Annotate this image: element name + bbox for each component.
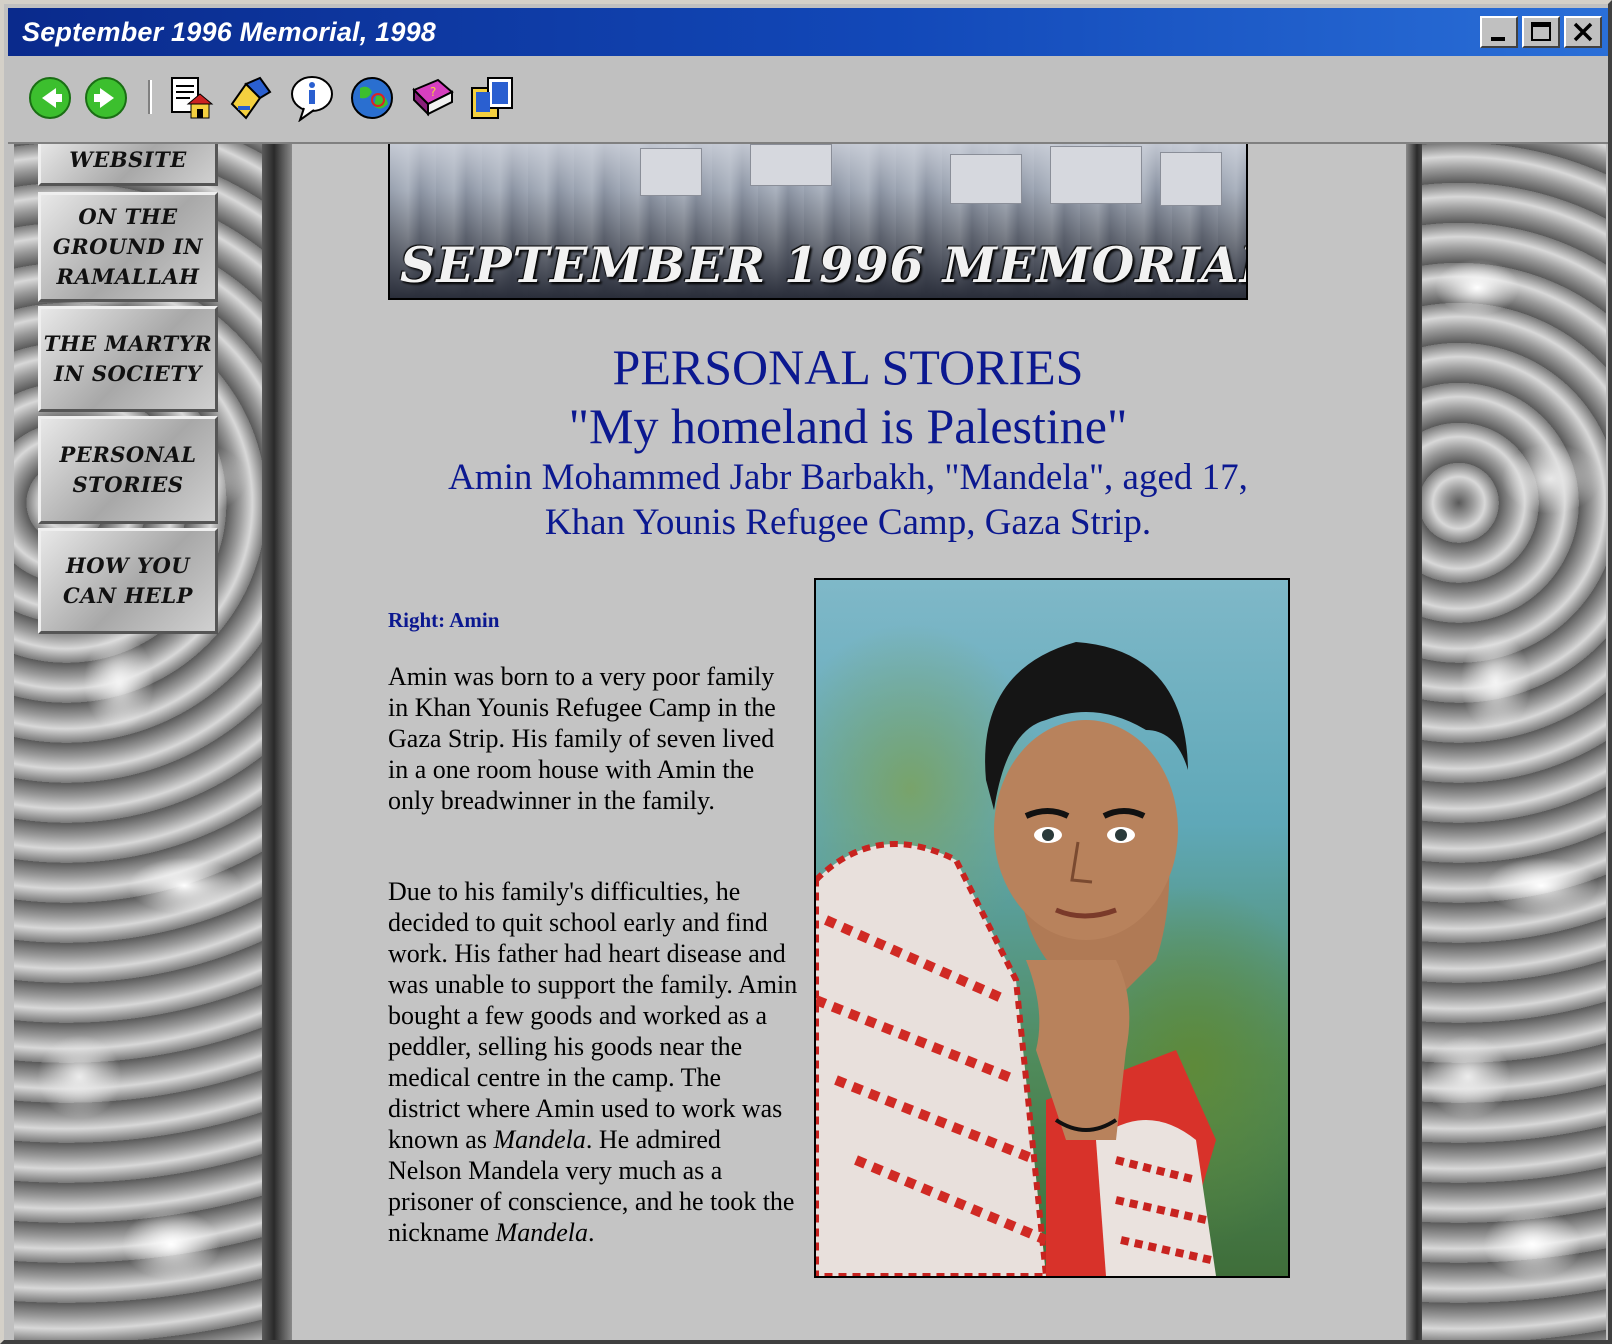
page-content: WEBSITE ON THE GROUND IN RAMALLAH THE MA… [14,144,1606,1340]
section-title: PERSONAL STORIES [612,339,1084,395]
maximize-icon [1531,22,1551,41]
quote-title: "My homeland is Palestine" [568,398,1128,454]
globe-icon[interactable] [348,74,396,122]
info-icon[interactable] [288,74,336,122]
minimize-icon [1491,37,1505,41]
svg-text:?: ? [430,85,436,99]
close-icon [1573,22,1593,42]
picture-frame-icon[interactable] [468,74,516,122]
banner-building [1160,152,1222,206]
toolbar-separator [148,80,152,114]
contents-icon[interactable] [226,74,274,122]
home-page-icon[interactable] [166,74,214,122]
story-paragraph-2: Due to his family's difficulties, he dec… [388,877,798,1247]
title-bar[interactable]: September 1996 Memorial, 1998 [8,8,1608,56]
left-border-shadow [262,144,292,1340]
book-icon[interactable]: ? [408,74,456,122]
photo-caption: Right: Amin [388,608,500,632]
banner-building [1050,146,1142,204]
minimize-button[interactable] [1480,16,1518,48]
nickname-emphasis: Mandela [493,1125,586,1154]
subject-line-1: Amin Mohammed Jabr Barbakh, "Mandela", a… [448,457,1248,498]
story-paragraph-1: Amin was born to a very poor family in K… [388,662,776,815]
close-button[interactable] [1564,16,1602,48]
sidebar-item-how-you-can-help[interactable]: HOW YOU CAN HELP [38,528,218,634]
sidebar-item-on-the-ground-in-ramallah[interactable]: ON THE GROUND IN RAMALLAH [38,192,218,302]
maximize-button[interactable] [1522,16,1560,48]
nickname-emphasis: Mandela [495,1218,588,1247]
banner-building [750,144,832,186]
window-title: September 1996 Memorial, 1998 [22,17,437,47]
sidebar-item-the-martyr-in-society[interactable]: THE MARTYR IN SOCIETY [38,306,218,412]
banner-building [950,154,1022,204]
portrait-photo [814,578,1290,1278]
sidebar-item-website[interactable]: WEBSITE [38,144,218,186]
memorial-banner: SEPTEMBER 1996 MEMORIAL [388,144,1248,300]
toolbar: ? [8,56,1608,144]
right-marble-background [1422,144,1606,1340]
banner-building [640,148,702,196]
back-arrow-icon[interactable] [26,74,74,122]
forward-arrow-icon[interactable] [82,74,130,122]
window-controls [1480,16,1602,48]
sidebar-item-personal-stories[interactable]: PERSONAL STORIES [38,416,218,524]
browser-window: September 1996 Memorial, 1998 ? WEBSITE … [0,0,1612,1344]
subject-line-2: Khan Younis Refugee Camp, Gaza Strip. [544,502,1152,543]
banner-title: SEPTEMBER 1996 MEMORIAL [400,236,1248,294]
portrait-illustration [816,642,1216,1276]
